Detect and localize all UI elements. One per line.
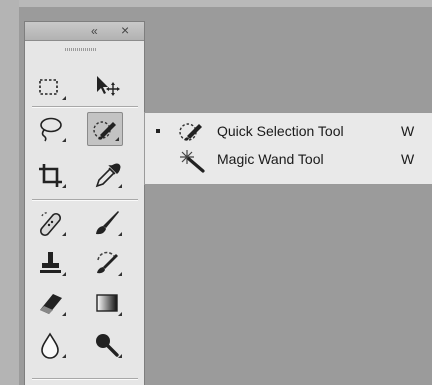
tool-group-divider — [32, 106, 138, 108]
lasso-tool[interactable] — [33, 112, 69, 146]
workspace-top-edge — [0, 0, 432, 7]
quick-selection-tool[interactable] — [87, 112, 123, 146]
gradient-tool[interactable] — [89, 286, 125, 320]
tool-group-divider — [32, 199, 138, 201]
submenu-indicator — [118, 272, 122, 276]
dodge-tool[interactable] — [89, 328, 125, 362]
submenu-indicator — [115, 137, 119, 141]
workspace-left-edge — [0, 0, 19, 385]
crop-tool[interactable] — [33, 158, 69, 192]
submenu-indicator — [62, 312, 66, 316]
menu-item-label: Magic Wand Tool — [217, 151, 324, 167]
tools-panel: « × — [24, 21, 145, 385]
menu-item-shortcut: W — [401, 151, 415, 167]
blur-tool[interactable] — [33, 328, 69, 362]
submenu-indicator — [118, 184, 122, 188]
submenu-indicator — [118, 354, 122, 358]
panel-header[interactable]: « × — [25, 22, 144, 41]
selection-tool-flyout-menu: Quick Selection Tool W Magic Wand Tool W — [144, 112, 432, 185]
submenu-indicator — [62, 354, 66, 358]
marquee-tool[interactable] — [33, 70, 69, 104]
menu-item-magic-wand[interactable]: Magic Wand Tool W — [145, 145, 432, 173]
submenu-indicator — [118, 232, 122, 236]
menu-item-quick-selection[interactable]: Quick Selection Tool W — [145, 117, 432, 145]
panel-grip-handle[interactable] — [65, 48, 97, 51]
menu-item-shortcut: W — [401, 123, 415, 139]
move-icon — [97, 76, 120, 96]
submenu-indicator — [62, 232, 66, 236]
close-panel-button[interactable]: × — [121, 22, 129, 39]
submenu-indicator — [62, 96, 66, 100]
magic-wand-icon — [180, 150, 205, 173]
spot-healing-brush-tool[interactable] — [33, 206, 69, 240]
collapse-panel-button[interactable]: « — [91, 23, 98, 39]
submenu-indicator — [118, 312, 122, 316]
quick-selection-icon — [93, 121, 116, 140]
move-tool[interactable] — [89, 70, 125, 104]
menu-item-label: Quick Selection Tool — [217, 123, 344, 139]
submenu-indicator — [62, 272, 66, 276]
clone-stamp-tool[interactable] — [33, 246, 69, 280]
brush-tool[interactable] — [89, 206, 125, 240]
eraser-tool[interactable] — [33, 286, 69, 320]
quick-selection-icon — [179, 123, 202, 141]
tool-group-divider — [32, 378, 138, 380]
submenu-indicator — [62, 184, 66, 188]
eyedropper-tool[interactable] — [89, 158, 125, 192]
selected-bullet — [156, 129, 160, 133]
submenu-indicator — [62, 138, 66, 142]
history-brush-tool[interactable] — [89, 246, 125, 280]
